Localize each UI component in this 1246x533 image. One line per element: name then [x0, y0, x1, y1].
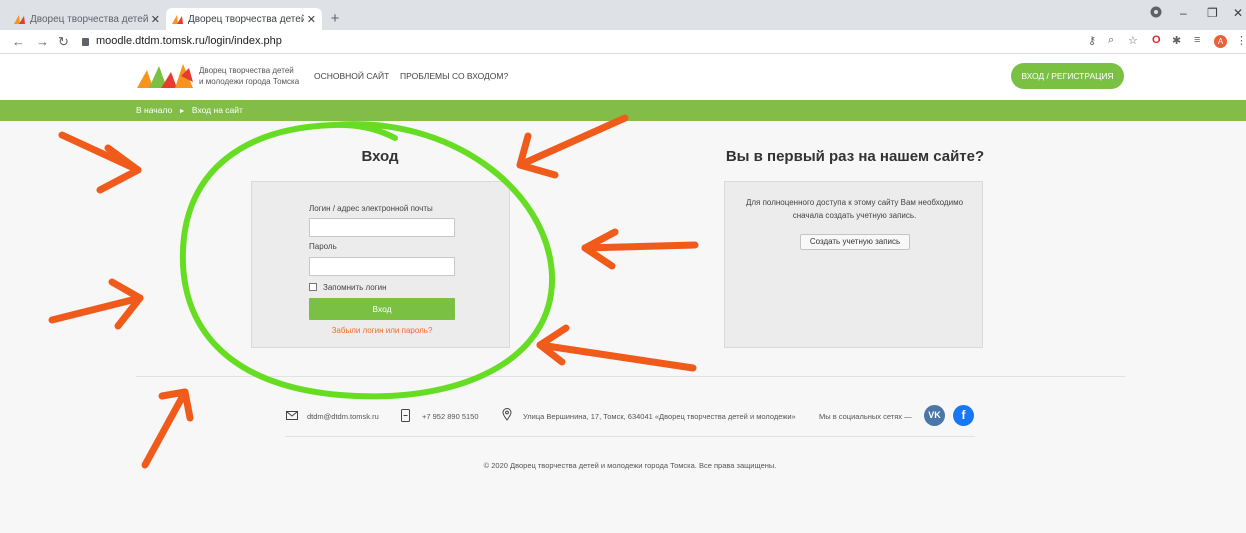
phone-icon: [401, 409, 410, 422]
breadcrumb-separator-icon: ►: [178, 108, 186, 115]
login-heading: Вход: [361, 148, 399, 165]
footer-divider: [136, 376, 1125, 377]
email-icon: [286, 411, 298, 420]
copyright-text: © 2020 Дворец творчества детей и молодеж…: [483, 461, 777, 470]
browser-tabbar: Дворец творчества детей и мол ✕ Дворец т…: [0, 0, 1246, 30]
reading-list-icon[interactable]: ≡: [1194, 34, 1200, 46]
breadcrumb: В начало ► Вход на сайт: [0, 100, 1246, 121]
facebook-icon[interactable]: f: [953, 405, 974, 426]
profile-icon[interactable]: [1150, 6, 1162, 21]
footer-email[interactable]: dtdm@dtdm.tomsk.ru: [307, 412, 379, 421]
restore-button[interactable]: ❐: [1207, 6, 1218, 20]
extensions-puzzle-icon[interactable]: ✱: [1172, 34, 1181, 47]
logo-caption: Дворец творчества детей и молодежи город…: [199, 65, 299, 87]
annotation-arrow: [58, 131, 142, 194]
vk-icon[interactable]: VK: [924, 405, 945, 426]
remember-label[interactable]: Запомнить логин: [323, 283, 387, 292]
tab-close-icon[interactable]: ✕: [151, 13, 160, 26]
breadcrumb-current: Вход на сайт: [191, 105, 243, 115]
back-arrow-icon[interactable]: ←: [12, 34, 25, 49]
breadcrumb-home[interactable]: В начало: [136, 105, 172, 115]
signup-description: Для полноценного доступа к этому сайту В…: [745, 198, 964, 220]
footer-address: Улица Вершинина, 17, Томск, 634041 «Двор…: [523, 412, 796, 421]
nav-login-problems[interactable]: ПРОБЛЕМЫ СО ВХОДОМ?: [400, 71, 508, 81]
minimize-button[interactable]: –: [1180, 6, 1187, 20]
tab-title: Дворец творчества детей и мол: [30, 13, 148, 25]
tab-title: Дворец творчества детей и мол: [188, 13, 304, 25]
close-window-button[interactable]: ✕: [1233, 6, 1243, 20]
browser-tab[interactable]: Дворец творчества детей и мол ✕: [8, 8, 166, 30]
annotation-arrow: [581, 228, 699, 270]
annotation-arrow: [141, 388, 194, 469]
annotation-arrow: [516, 114, 629, 179]
lock-icon: [82, 38, 89, 46]
logo-caption-line: и молодежи города Томска: [199, 77, 300, 86]
logo-caption-line: Дворец творчества детей: [199, 66, 294, 75]
opera-icon[interactable]: O: [1152, 34, 1161, 46]
forward-arrow-icon[interactable]: →: [36, 34, 49, 49]
annotation-arrow: [536, 324, 697, 372]
breadcrumb-trail: В начало ► Вход на сайт: [136, 105, 243, 115]
zoom-icon[interactable]: ⌕: [1108, 34, 1114, 47]
browser-toolbar: ← → ↻ moodle.dtdm.tomsk.ru/login/index.p…: [0, 30, 1246, 54]
key-icon[interactable]: ⚷: [1088, 34, 1096, 47]
new-tab-button[interactable]: +: [326, 10, 344, 28]
signup-panel: Для полноценного доступа к этому сайту В…: [724, 181, 983, 348]
footer-phone: +7 952 890 5150: [422, 412, 479, 421]
tab-close-icon[interactable]: ✕: [307, 13, 316, 26]
footer-divider: [285, 436, 975, 437]
browser-tab-active[interactable]: Дворец творчества детей и мол ✕: [166, 8, 322, 30]
username-input[interactable]: [309, 218, 455, 237]
username-label: Логин / адрес электронной почты: [309, 204, 433, 213]
annotation-arrow: [48, 278, 144, 330]
address-bar[interactable]: moodle.dtdm.tomsk.ru/login/index.php: [96, 35, 282, 47]
forgot-password-link[interactable]: Забыли логин или пароль?: [309, 326, 455, 335]
menu-dots-icon[interactable]: ⋮: [1236, 34, 1246, 47]
login-submit-button[interactable]: Вход: [309, 298, 455, 320]
nav-main-site[interactable]: ОСНОВНОЙ САЙТ: [314, 71, 389, 81]
login-register-button[interactable]: ВХОД / РЕГИСТРАЦИЯ: [1011, 63, 1124, 89]
browser-window: Дворец творчества детей и мол ✕ Дворец т…: [0, 0, 1246, 533]
site-header: Дворец творчества детей и молодежи город…: [0, 54, 1246, 100]
reload-icon[interactable]: ↻: [58, 34, 69, 50]
avatar[interactable]: A: [1214, 35, 1227, 48]
create-account-button[interactable]: Создать учетную запись: [800, 234, 910, 250]
password-label: Пароль: [309, 242, 337, 251]
bookmark-star-icon[interactable]: ☆: [1128, 34, 1138, 47]
location-pin-icon: [502, 408, 512, 421]
footer-social-label: Мы в социальных сетях —: [819, 412, 912, 421]
password-input[interactable]: [309, 257, 455, 276]
login-form: Логин / адрес электронной почты Пароль З…: [251, 181, 510, 348]
site-favicon-icon: [172, 14, 183, 24]
site-favicon-icon: [14, 14, 25, 24]
remember-checkbox[interactable]: [309, 283, 317, 291]
site-logo[interactable]: [137, 62, 195, 90]
signup-heading: Вы в первый раз на нашем сайте?: [725, 148, 985, 165]
